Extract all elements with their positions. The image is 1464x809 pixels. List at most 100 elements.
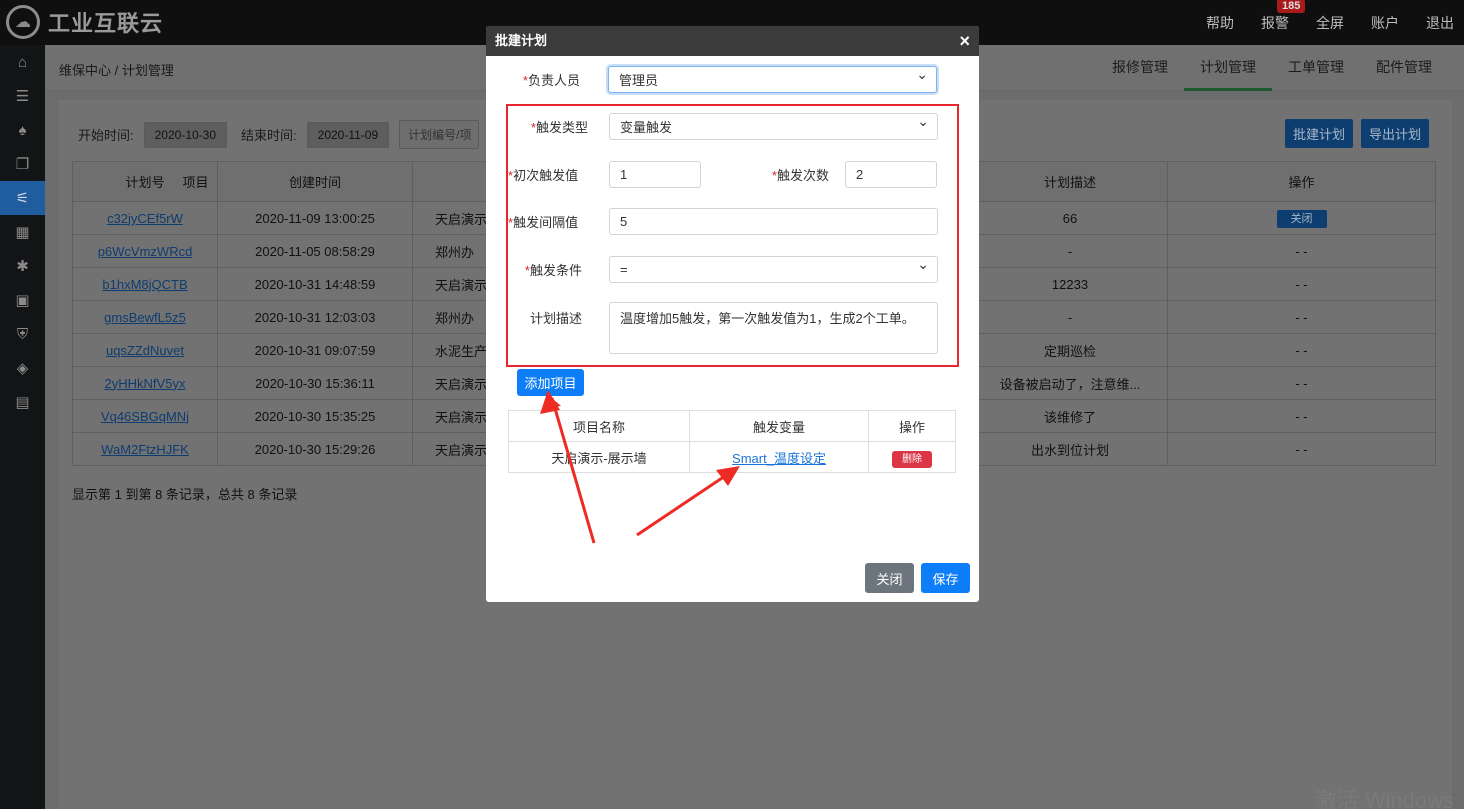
plan-id-cell: gmsBewfL5z5: [72, 300, 218, 334]
desc-cell: 66: [972, 201, 1168, 235]
export-plan-button[interactable]: 导出计划: [1361, 119, 1430, 148]
desc-row: 计划描述 温度增加5触发，第一次触发值为1，生成2个工单。: [486, 302, 938, 354]
plan-id-link[interactable]: 2yHHkNfV5yx: [105, 376, 186, 391]
plan-id-link[interactable]: p6WcVmzWRcd: [98, 244, 193, 259]
created-cell: 2020-10-30 15:29:26: [217, 432, 413, 466]
maintenance-icon[interactable]: ⚟: [0, 181, 45, 215]
tab-workorder[interactable]: 工单管理: [1272, 45, 1360, 91]
close-button[interactable]: 关闭: [865, 563, 914, 593]
project-text: 天启演示: [435, 442, 488, 458]
bell-icon[interactable]: ♠: [0, 113, 45, 147]
trigger-count-label: *触发次数: [771, 168, 829, 183]
project-text: 郑州办: [435, 310, 475, 326]
logout-link[interactable]: 退出: [1426, 13, 1454, 33]
start-date-input[interactable]: 2020-10-30: [143, 121, 228, 148]
account-link[interactable]: 账户: [1371, 13, 1399, 33]
row-op-text: - -: [1295, 441, 1308, 457]
created-cell: 2020-10-30 15:36:11: [217, 366, 413, 400]
col-desc[interactable]: 计划描述: [972, 161, 1168, 202]
pagination-info: 显示第 1 到第 8 条记录，总共 8 条记录: [72, 487, 298, 502]
alarm-count-badge: 185: [1277, 0, 1306, 13]
row-op-text: - -: [1295, 375, 1308, 391]
chart-icon[interactable]: ◈: [0, 351, 45, 385]
fullscreen-link[interactable]: 全屏: [1316, 13, 1344, 33]
grid-icon[interactable]: ▦: [0, 215, 45, 249]
created-cell: 2020-10-30 15:35:25: [217, 399, 413, 433]
alarm-link[interactable]: 报警 185: [1261, 0, 1306, 33]
app-logo[interactable]: ☁ 工业互联云: [6, 5, 163, 39]
delete-button[interactable]: 删除: [892, 450, 932, 468]
op-cell: - -: [1167, 399, 1436, 433]
row-close-button[interactable]: 关闭: [1276, 210, 1327, 228]
batch-plan-modal: 批建计划 × *负责人员 管理员 *触发类型 变量触发 *初次触发值 1 *触发…: [486, 26, 979, 602]
modal-header: 批建计划 ×: [486, 26, 979, 56]
row-op-text: - -: [1295, 276, 1308, 292]
help-link[interactable]: 帮助: [1206, 13, 1234, 33]
batch-plan-button[interactable]: 批建计划: [1285, 119, 1354, 148]
save-button[interactable]: 保存: [921, 563, 970, 593]
col-created[interactable]: 创建时间: [217, 161, 413, 202]
plan-id-link[interactable]: WaM2FtzHJFK: [101, 442, 189, 457]
home-icon[interactable]: ⌂: [0, 45, 45, 79]
interval-input[interactable]: 5: [609, 208, 938, 235]
copy-icon[interactable]: ❐: [0, 147, 45, 181]
windows-watermark: 激活 Windows: [1314, 788, 1454, 809]
clipboard-icon[interactable]: ▤: [0, 385, 45, 419]
op-cell: - -: [1167, 432, 1436, 466]
desc-cell: -: [972, 300, 1168, 334]
row-op-text: - -: [1295, 243, 1308, 259]
desc-cell: -: [972, 234, 1168, 268]
sidebar: ⌂ ☰ ♠ ❐ ⚟ ▦ ✱ ▣ ⛨ ◈ ▤: [0, 45, 45, 809]
end-label: 结束时间:: [241, 128, 297, 143]
trigger-variable-link[interactable]: Smart_温度设定: [732, 451, 826, 466]
condition-label: *触发条件: [524, 263, 582, 278]
owner-select[interactable]: 管理员: [608, 66, 937, 93]
server-icon[interactable]: ☰: [0, 79, 45, 113]
tab-repair[interactable]: 报修管理: [1096, 45, 1184, 91]
created-cell: 2020-10-31 09:07:59: [217, 333, 413, 367]
plan-id-link[interactable]: Vq46SBGqMNj: [101, 409, 189, 424]
condition-select[interactable]: =: [609, 256, 938, 283]
first-value-row: *初次触发值 1 *触发次数 2: [486, 161, 937, 188]
owner-row: *负责人员 管理员: [486, 66, 937, 93]
project-text: 天启演示: [435, 409, 488, 425]
row-op-text: - -: [1295, 309, 1308, 325]
plan-id-cell: p6WcVmzWRcd: [72, 234, 218, 268]
shield-icon[interactable]: ⛨: [0, 317, 45, 351]
op-cell: - -: [1167, 234, 1436, 268]
trigger-count-input[interactable]: 2: [845, 161, 937, 188]
project-text: 水泥生产: [435, 343, 488, 359]
table-row: 天启演示-展示墙 Smart_温度设定 删除: [508, 441, 956, 473]
interval-row: *触发间隔值 5: [486, 208, 938, 235]
search-input[interactable]: 计划编号/项: [399, 120, 480, 149]
bug-icon[interactable]: ✱: [0, 249, 45, 283]
trigger-type-row: *触发类型 变量触发: [486, 113, 938, 140]
sub-tabs: 报修管理 计划管理 工单管理 配件管理: [1096, 45, 1448, 91]
plan-id-link[interactable]: c32jyCEf5rW: [107, 211, 183, 226]
trigger-variable-cell: Smart_温度设定: [689, 441, 869, 473]
col-op[interactable]: 操作: [1167, 161, 1436, 202]
briefcase-icon[interactable]: ▣: [0, 283, 45, 317]
trigger-type-select[interactable]: 变量触发: [609, 113, 938, 140]
desc-textarea[interactable]: 温度增加5触发，第一次触发值为1，生成2个工单。: [609, 302, 938, 354]
plan-id-link[interactable]: b1hxM8jQCTB: [102, 277, 187, 292]
plan-id-link[interactable]: uqsZZdNuvet: [106, 343, 184, 358]
end-date-input[interactable]: 2020-11-09: [306, 121, 390, 148]
project-text: 天启演示: [435, 376, 488, 392]
plan-id-link[interactable]: gmsBewfL5z5: [104, 310, 186, 325]
first-value-input[interactable]: 1: [609, 161, 701, 188]
row-op-text: - -: [1295, 342, 1308, 358]
tab-parts[interactable]: 配件管理: [1360, 45, 1448, 91]
start-label: 开始时间:: [78, 128, 134, 143]
add-project-button[interactable]: 添加项目: [517, 369, 584, 396]
close-icon[interactable]: ×: [959, 26, 970, 56]
col-project-name: 项目名称: [508, 410, 690, 442]
op-cell: 关闭: [1167, 201, 1436, 235]
row-op-text: - -: [1295, 408, 1308, 424]
project-name-cell: 天启演示-展示墙: [508, 441, 690, 473]
created-cell: 2020-10-31 12:03:03: [217, 300, 413, 334]
tab-plan[interactable]: 计划管理: [1184, 45, 1272, 91]
project-text: 天启演示: [435, 277, 488, 293]
plan-id-cell: 2yHHkNfV5yx: [72, 366, 218, 400]
app-title: 工业互联云: [48, 11, 164, 36]
